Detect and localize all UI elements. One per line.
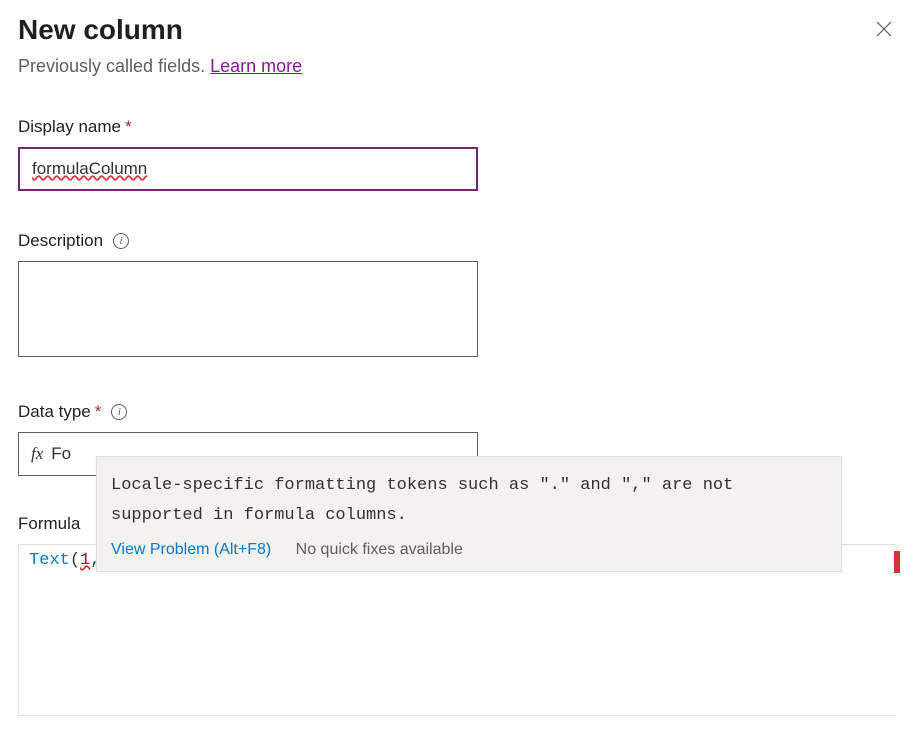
no-quick-fix-text: No quick fixes available bbox=[296, 541, 463, 558]
display-name-input[interactable]: formulaColumn bbox=[18, 147, 478, 191]
info-icon[interactable]: i bbox=[111, 404, 127, 420]
info-icon[interactable]: i bbox=[113, 233, 129, 249]
fx-icon: fx bbox=[31, 444, 43, 464]
panel-title: New column bbox=[18, 14, 183, 46]
error-tooltip: Locale-specific formatting tokens such a… bbox=[96, 456, 842, 572]
learn-more-link[interactable]: Learn more bbox=[210, 56, 302, 76]
description-input[interactable] bbox=[18, 261, 478, 357]
error-marker bbox=[894, 551, 900, 573]
close-icon[interactable] bbox=[876, 20, 892, 43]
formula-label: Formula bbox=[18, 514, 80, 534]
data-type-value: Fo bbox=[51, 444, 71, 464]
panel-subtitle: Previously called fields. Learn more bbox=[18, 56, 898, 77]
display-name-label: Display name bbox=[18, 117, 121, 137]
view-problem-link[interactable]: View Problem (Alt+F8) bbox=[111, 541, 271, 558]
required-asterisk: * bbox=[125, 117, 132, 137]
required-asterisk: * bbox=[95, 402, 102, 422]
description-label: Description bbox=[18, 231, 103, 251]
tooltip-message: Locale-specific formatting tokens such a… bbox=[111, 471, 827, 531]
data-type-label: Data type bbox=[18, 402, 91, 422]
